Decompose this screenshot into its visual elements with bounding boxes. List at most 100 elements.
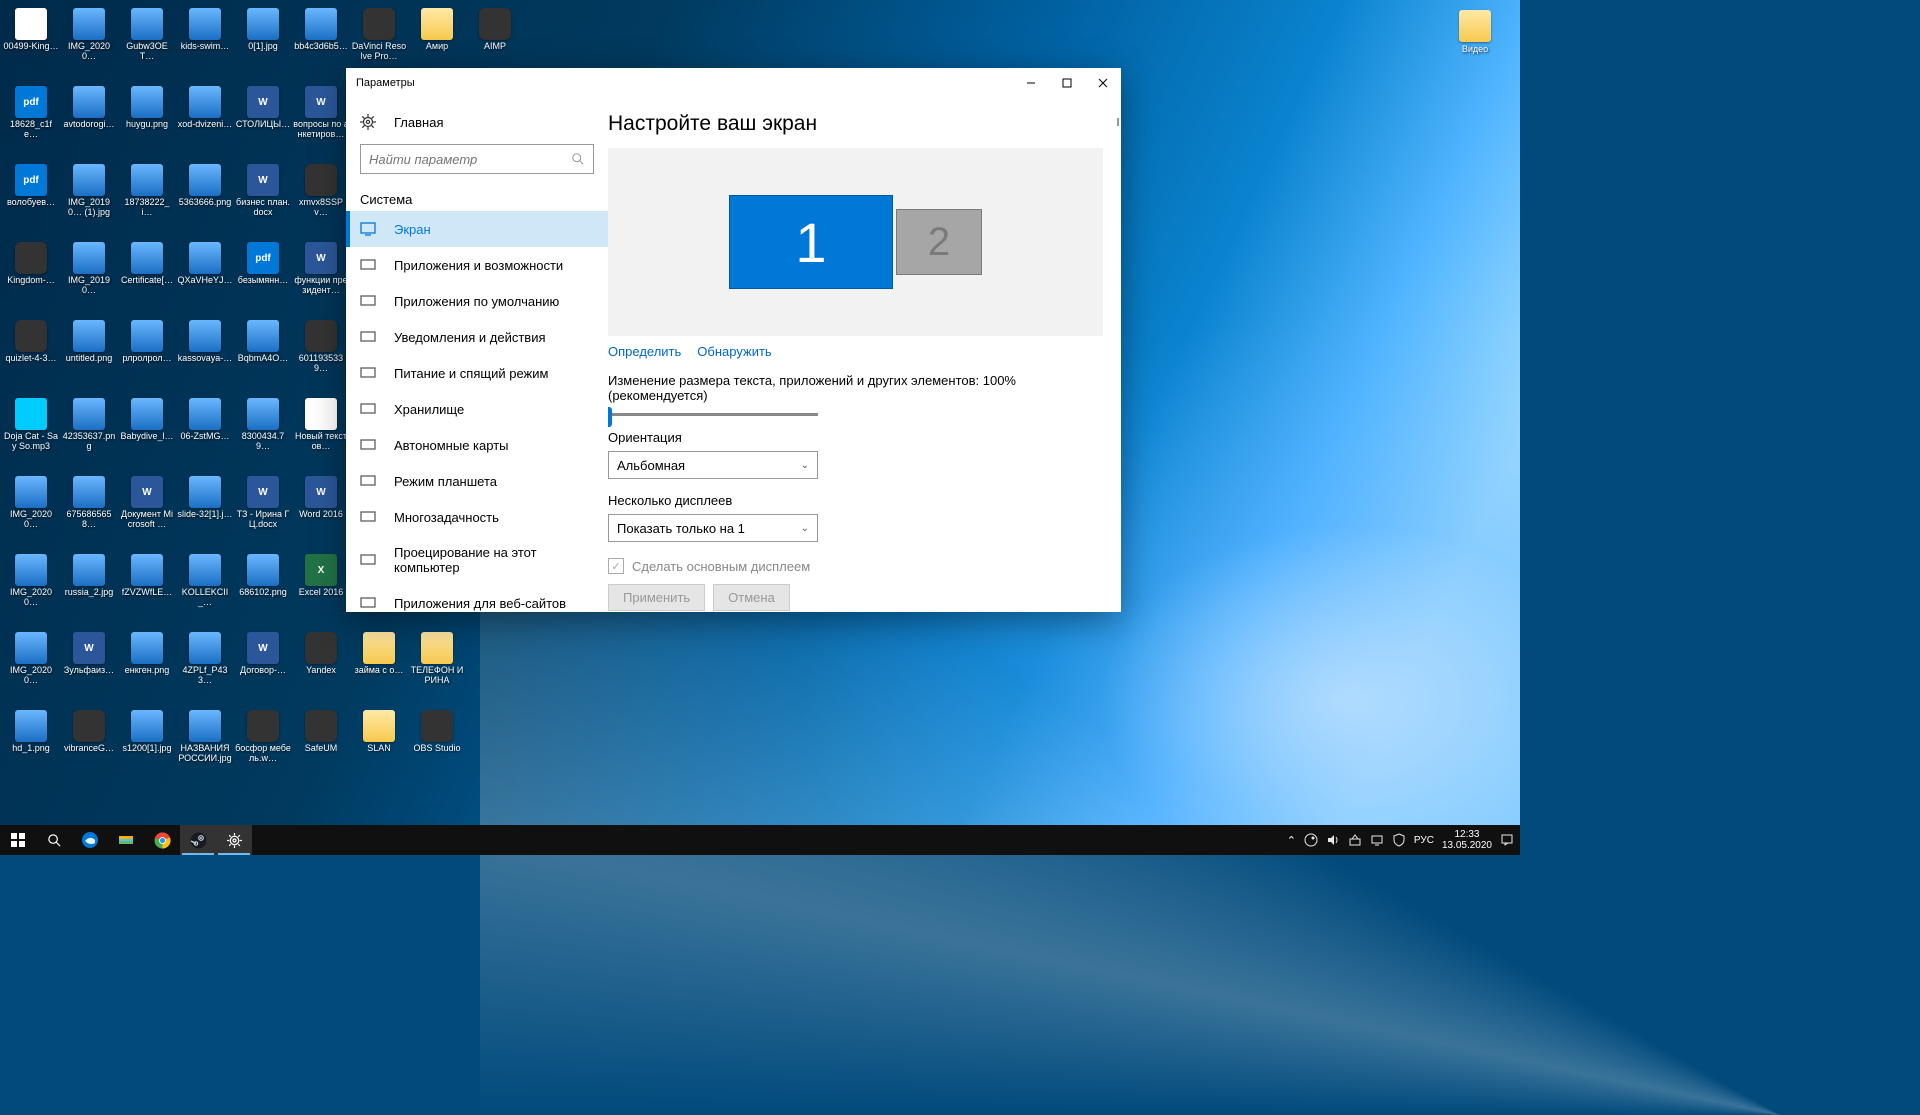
taskbar-search[interactable]: [36, 825, 72, 855]
desktop-icon[interactable]: avtodorogi…: [60, 82, 118, 156]
desktop-icon[interactable]: XExcel 2016: [292, 550, 350, 624]
nav-item[interactable]: Питание и спящий режим: [346, 355, 608, 391]
desktop-icon[interactable]: Wвопросы по анкетиров…: [292, 82, 350, 156]
desktop-icon[interactable]: 18738222_i…: [118, 160, 176, 234]
desktop-icon[interactable]: 0[1].jpg: [234, 4, 292, 78]
tray-chevron-up-icon[interactable]: ⌃: [1287, 834, 1296, 847]
desktop-icon[interactable]: fZVZWfLE…: [118, 550, 176, 624]
link-identify[interactable]: Определить: [608, 344, 681, 359]
desktop-icon[interactable]: pdfбезымянн…: [234, 238, 292, 312]
desktop-icon[interactable]: kids-swim…: [176, 4, 234, 78]
desktop-icon[interactable]: russia_2.jpg: [60, 550, 118, 624]
desktop-icon[interactable]: Certificate[…: [118, 238, 176, 312]
nav-item[interactable]: Экран: [346, 211, 608, 247]
desktop-icon[interactable]: 6011935339…: [292, 316, 350, 390]
desktop-icon[interactable]: WДокумент Microsoft …: [118, 472, 176, 546]
desktop-icon[interactable]: босфор мебель.w…: [234, 706, 292, 780]
desktop-icon[interactable]: Wбизнес план.docx: [234, 160, 292, 234]
taskbar-steam[interactable]: [180, 825, 216, 855]
desktop-icon[interactable]: IMG_20200…: [2, 472, 60, 546]
desktop-icon[interactable]: bb4c3d6b5…: [292, 4, 350, 78]
display-arrangement[interactable]: 1 2: [608, 148, 1103, 336]
desktop-icon[interactable]: Babydive_l…: [118, 394, 176, 468]
nav-item[interactable]: Автономные карты: [346, 427, 608, 463]
nav-item[interactable]: Приложения по умолчанию: [346, 283, 608, 319]
tray-volume-icon[interactable]: [1326, 833, 1340, 847]
minimize-button[interactable]: [1013, 68, 1049, 98]
tray-safeeject-icon[interactable]: [1348, 833, 1362, 847]
desktop-icon[interactable]: WТЗ - Ирина ГЦ.docx: [234, 472, 292, 546]
desktop-icon[interactable]: 00499-King…: [2, 4, 60, 78]
desktop-icon[interactable]: IMG_20200…: [60, 4, 118, 78]
desktop-icon[interactable]: 06-ZstMG…: [176, 394, 234, 468]
taskbar-chrome[interactable]: [144, 825, 180, 855]
desktop-icon[interactable]: Yandex: [292, 628, 350, 702]
desktop-icon[interactable]: s1200[1].jpg: [118, 706, 176, 780]
scrollbar[interactable]: [1107, 98, 1121, 612]
link-detect[interactable]: Обнаружить: [697, 344, 771, 359]
desktop-icon[interactable]: IMG_20190… (1).jpg: [60, 160, 118, 234]
nav-item[interactable]: Уведомления и действия: [346, 319, 608, 355]
desktop-icon[interactable]: vibranceG…: [60, 706, 118, 780]
nav-item[interactable]: Приложения для веб-сайтов: [346, 585, 608, 612]
desktop-icon[interactable]: 686102.png: [234, 550, 292, 624]
desktop-icon[interactable]: xmvx8SSPv…: [292, 160, 350, 234]
desktop-icon[interactable]: енкген.png: [118, 628, 176, 702]
monitor-2[interactable]: 2: [896, 209, 982, 275]
taskbar-app1[interactable]: [108, 825, 144, 855]
tray-network-icon[interactable]: [1370, 833, 1384, 847]
desktop-icon[interactable]: untitled.png: [60, 316, 118, 390]
tray-notifications-icon[interactable]: [1500, 833, 1514, 847]
taskbar-settings[interactable]: [216, 825, 252, 855]
desktop-icon[interactable]: Амир: [408, 4, 466, 78]
desktop-icon[interactable]: huygu.png: [118, 82, 176, 156]
desktop-icon[interactable]: slide-32[1].j…: [176, 472, 234, 546]
desktop-icon[interactable]: WЗульфаиз…: [60, 628, 118, 702]
close-button[interactable]: [1085, 68, 1121, 98]
desktop-icon[interactable]: AIMP: [466, 4, 524, 78]
nav-item[interactable]: Приложения и возможности: [346, 247, 608, 283]
desktop-icon[interactable]: IMG_20200…: [2, 550, 60, 624]
desktop-icon[interactable]: IMG_20190…: [60, 238, 118, 312]
desktop-icon[interactable]: xod-dvizeni…: [176, 82, 234, 156]
start-button[interactable]: [0, 825, 36, 855]
nav-item[interactable]: Проецирование на этот компьютер: [346, 535, 608, 585]
nav-item[interactable]: Режим планшета: [346, 463, 608, 499]
tray-defender-icon[interactable]: [1392, 833, 1406, 847]
tray-language[interactable]: РУС: [1414, 835, 1434, 846]
titlebar[interactable]: Параметры: [346, 68, 1121, 98]
desktop-icon[interactable]: SafeUM: [292, 706, 350, 780]
desktop-icon[interactable]: SLAN: [350, 706, 408, 780]
desktop-icon[interactable]: 42353637.png: [60, 394, 118, 468]
desktop-icon[interactable]: WДоговор-…: [234, 628, 292, 702]
desktop-icon[interactable]: 5363666.png: [176, 160, 234, 234]
desktop-icon[interactable]: quizlet-4-3…: [2, 316, 60, 390]
nav-item[interactable]: Хранилище: [346, 391, 608, 427]
desktop-icon[interactable]: KOLLEKCII_…: [176, 550, 234, 624]
monitor-1[interactable]: 1: [729, 195, 893, 289]
desktop-icon[interactable]: kassovaya-…: [176, 316, 234, 390]
desktop-icon[interactable]: ТЕЛЕФОН ИРИНА: [408, 628, 466, 702]
desktop-icon[interactable]: WWord 2016: [292, 472, 350, 546]
tray-steam-icon[interactable]: [1304, 833, 1318, 847]
desktop-icon-videos[interactable]: Видео: [1446, 6, 1504, 80]
desktop-icon[interactable]: OBS Studio: [408, 706, 466, 780]
maximize-button[interactable]: [1049, 68, 1085, 98]
desktop-icon[interactable]: pdfволобуев…: [2, 160, 60, 234]
desktop-icon[interactable]: Kingdom-…: [2, 238, 60, 312]
desktop-icon[interactable]: BqbmA4O…: [234, 316, 292, 390]
desktop-icon[interactable]: IMG_20200…: [2, 628, 60, 702]
desktop-icon[interactable]: QXaVHeYJ…: [176, 238, 234, 312]
tray-clock[interactable]: 12:33 13.05.2020: [1442, 829, 1492, 851]
scale-slider[interactable]: [608, 413, 818, 416]
search-box[interactable]: [360, 144, 594, 174]
desktop-icon[interactable]: рлролрол…: [118, 316, 176, 390]
desktop-icon[interactable]: 8300434.79…: [234, 394, 292, 468]
desktop-icon[interactable]: hd_1.png: [2, 706, 60, 780]
orientation-select[interactable]: Альбомная ⌄: [608, 451, 818, 479]
desktop-icon[interactable]: DaVinci Resolve Pro…: [350, 4, 408, 78]
desktop-icon[interactable]: Новый текстов…: [292, 394, 350, 468]
desktop-icon[interactable]: 4ZPLf_P433…: [176, 628, 234, 702]
slider-thumb[interactable]: [608, 407, 612, 427]
desktop-icon[interactable]: Doja Cat - Say So.mp3: [2, 394, 60, 468]
